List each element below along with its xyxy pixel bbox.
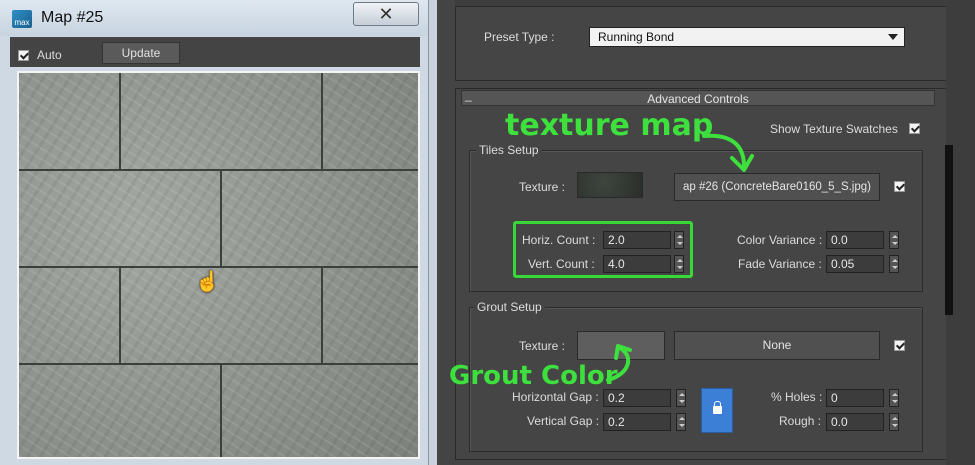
lock-icon [713,401,722,414]
advanced-controls-header[interactable]: _ Advanced Controls [461,88,935,106]
grout-line [119,73,121,169]
3dsmax-app-icon: max [12,10,32,28]
annotation-arrow-icon [606,344,632,382]
tiles-texture-map-button[interactable]: ap #26 (ConcreteBare0160_5_S.jpg) [674,173,880,201]
texture-map-annotation: texture map [505,108,714,143]
fade-variance-field[interactable]: 0.05 [826,255,884,273]
color-variance-field[interactable]: 0.0 [826,231,884,249]
rough-field[interactable]: 0.0 [826,413,884,431]
scrollbar-thumb[interactable] [945,145,953,315]
tiles-texture-label: Texture : [519,180,566,194]
hand-cursor-icon: ☝ [195,271,220,293]
title-bar: max Map #25 ✕ [0,0,428,36]
horizontal-gap-field[interactable]: 0.2 [603,389,671,407]
grout-setup-label: Grout Setup [474,300,545,314]
close-icon: ✕ [378,4,394,24]
holes-spinner[interactable] [889,389,899,407]
color-variance-label: Color Variance : [737,233,823,247]
grout-line [321,266,323,363]
horizontal-gap-spinner[interactable] [676,389,686,407]
rough-spinner[interactable] [889,413,899,431]
grout-line [321,73,323,169]
fade-variance-spinner[interactable] [889,255,899,273]
grout-texture-label: Texture : [519,339,566,353]
holes-label: % Holes : [771,390,823,404]
auto-label: Auto [37,48,62,62]
tiles-texture-swatch[interactable] [577,172,643,198]
grout-line [220,169,222,266]
update-button[interactable]: Update [102,42,180,64]
holes-field[interactable]: 0 [826,389,884,407]
close-button[interactable]: ✕ [353,2,419,26]
show-texture-swatches-checkbox[interactable] [909,123,920,134]
gap-lock-button[interactable] [701,388,733,433]
map-preview[interactable]: ☝ [17,71,420,459]
vertical-gap-label: Vertical Gap : [527,414,600,428]
count-highlight-box [513,221,693,278]
dropdown-arrow-icon [888,34,898,40]
vertical-gap-field[interactable]: 0.2 [603,413,671,431]
preset-type-dropdown[interactable]: Running Bond [589,27,905,47]
auto-checkbox[interactable] [18,50,29,61]
show-texture-swatches-label: Show Texture Swatches [770,122,898,136]
fade-variance-label: Fade Variance : [738,257,822,271]
window-title: Map #25 [41,9,104,26]
grout-color-annotation: Grout Color [449,361,618,391]
grout-texture-map-button[interactable]: None [674,331,880,360]
advanced-controls-title: Advanced Controls [647,92,749,106]
vertical-gap-spinner[interactable] [676,413,686,431]
rough-label: Rough : [779,414,822,428]
tiles-setup-label: Tiles Setup [476,143,542,157]
tile-texture [19,73,418,457]
color-variance-spinner[interactable] [889,231,899,249]
grout-texture-enable-checkbox[interactable] [894,340,905,351]
grout-line [19,266,418,268]
preset-type-label: Preset Type : [484,30,555,44]
map-window: max Map #25 ✕ Auto Update ☝ [0,0,429,465]
grout-line [119,266,121,363]
annotation-arrow-icon [702,133,754,172]
horizontal-gap-label: Horizontal Gap : [512,390,599,404]
tiles-texture-enable-checkbox[interactable] [894,181,905,192]
preview-toolbar: Auto Update [10,37,420,67]
grout-line [220,363,222,457]
